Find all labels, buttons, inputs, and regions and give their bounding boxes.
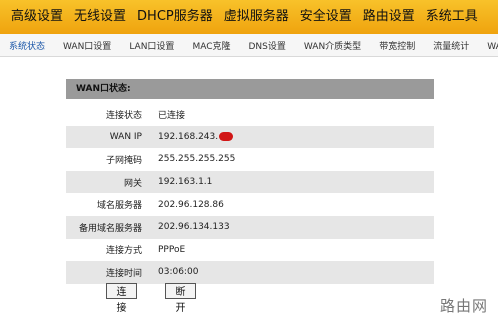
- wan-status-table: 连接状态 已连接 WAN IP 192.168.243. 子网掩码 255.25…: [66, 103, 434, 284]
- table-row: 备用域名服务器 202.96.134.133: [66, 215, 434, 239]
- nav-advanced-settings[interactable]: 高级设置: [11, 0, 63, 34]
- sub-navigation: 系统状态 WAN口设置 LAN口设置 MAC克隆 DNS设置 WAN介质类型 带…: [0, 34, 498, 57]
- disconnect-button[interactable]: 断开: [165, 283, 196, 314]
- redaction-mark: [219, 131, 234, 141]
- table-row: 域名服务器 202.96.128.86: [66, 193, 434, 216]
- row-label: 连接时间: [105, 268, 142, 279]
- table-row: 连接方式 PPPoE: [66, 239, 434, 262]
- nav-routing-settings[interactable]: 路由设置: [363, 0, 415, 34]
- row-label: 域名服务器: [96, 201, 142, 212]
- subnav-dns-settings[interactable]: DNS设置: [249, 39, 286, 52]
- row-label: 备用域名服务器: [78, 223, 142, 234]
- watermark-logo: 路由网: [439, 297, 488, 315]
- subnav-wan-rate[interactable]: WAN速率: [487, 39, 498, 52]
- row-value: 已连接: [158, 110, 186, 121]
- row-value: 202.96.134.133: [158, 222, 230, 233]
- row-label: 网关: [123, 178, 142, 189]
- table-row: 网关 192.163.1.1: [66, 170, 434, 194]
- row-label: WAN IP: [109, 131, 142, 142]
- row-value: 255.255.255.255: [158, 154, 236, 165]
- row-value: PPPoE: [158, 244, 186, 255]
- nav-system-tools[interactable]: 系统工具: [426, 0, 478, 34]
- subnav-wan-settings[interactable]: WAN口设置: [63, 39, 111, 52]
- table-row: 子网掩码 255.255.255.255: [66, 148, 434, 171]
- subnav-wan-media-type[interactable]: WAN介质类型: [304, 39, 361, 52]
- subnav-lan-settings[interactable]: LAN口设置: [129, 39, 174, 52]
- row-value: 202.96.128.86: [158, 199, 224, 210]
- table-row: 连接时间 03:06:00: [66, 261, 434, 284]
- nav-wireless-settings[interactable]: 无线设置: [74, 0, 126, 34]
- subnav-mac-clone[interactable]: MAC克隆: [192, 39, 230, 52]
- table-row: 连接状态 已连接: [66, 103, 434, 126]
- wan-status-header: WAN口状态:: [66, 79, 434, 99]
- row-value: 03:06:00: [158, 267, 199, 278]
- subnav-system-status[interactable]: 系统状态: [9, 39, 45, 52]
- nav-security-settings[interactable]: 安全设置: [300, 0, 352, 34]
- row-value: 192.163.1.1: [158, 177, 213, 188]
- row-label: 子网掩码: [105, 155, 142, 166]
- nav-virtual-server[interactable]: 虚拟服务器: [224, 0, 289, 34]
- nav-dhcp-server[interactable]: DHCP服务器: [137, 0, 213, 34]
- row-label: 连接方式: [105, 246, 142, 257]
- wan-ip-text: 192.168.243.: [158, 131, 219, 142]
- wan-ip-value: 192.168.243.: [158, 131, 234, 142]
- top-navigation: 高级设置 无线设置 DHCP服务器 虚拟服务器 安全设置 路由设置 系统工具: [0, 0, 498, 34]
- subnav-bandwidth-control[interactable]: 带宽控制: [379, 39, 415, 52]
- table-row: WAN IP 192.168.243.: [66, 125, 434, 149]
- subnav-traffic-stats[interactable]: 流量统计: [433, 39, 469, 52]
- row-label: 连接状态: [105, 110, 142, 121]
- connect-button[interactable]: 连接: [106, 283, 137, 314]
